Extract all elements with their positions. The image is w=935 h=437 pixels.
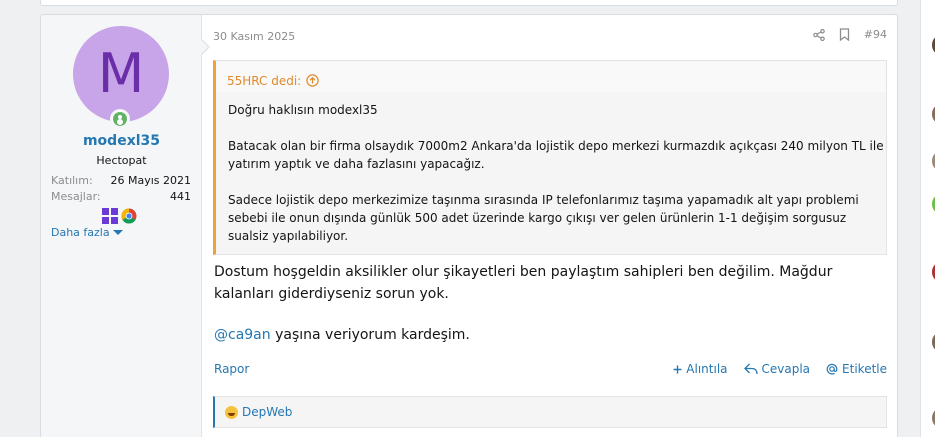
quote-author[interactable]: 55HRC dedi: [227, 74, 301, 88]
user-title: Hectopat [96, 154, 147, 167]
quote-content: Doğru haklısın modexl35 Batacak olan bir… [216, 92, 886, 245]
user-info-column: M modexl35 Hectopat Katılım: 26 Mayıs 20… [41, 15, 202, 437]
stat-joined: Katılım: 26 Mayıs 2021 [51, 174, 191, 187]
reaction-user-link[interactable]: DepWeb [242, 405, 292, 419]
reactions-bar: DepWeb [213, 396, 887, 428]
quote-paragraph: Doğru haklısın modexl35 [228, 103, 378, 117]
quote-block: 55HRC dedi: Doğru haklısın modexl35 Bata… [213, 60, 887, 255]
stat-label: Katılım: [51, 174, 93, 187]
post-header-actions: #94 [812, 28, 887, 41]
quote-header[interactable]: 55HRC dedi: [216, 61, 886, 92]
tag-button[interactable]: Etiketle [826, 362, 887, 376]
bookmark-icon[interactable] [839, 28, 850, 41]
device-icons [102, 208, 137, 224]
message-text-tail: yaşına veriyorum kardeşim. [270, 327, 470, 343]
laugh-emoji-icon [225, 405, 238, 419]
message-body: Dostum hoşgeldin aksilikler olur şikayet… [214, 261, 887, 346]
stat-label: Mesajlar: [51, 190, 101, 203]
more-info-label: Daha fazla [51, 226, 110, 239]
stat-value: 441 [170, 190, 191, 203]
speech-arrow [200, 38, 210, 56]
plus-icon [673, 365, 682, 373]
username-link[interactable]: modexl35 [41, 133, 202, 149]
quote-paragraph: Sadece lojistik depo merkezimize taşınma… [228, 193, 859, 243]
reply-icon [743, 363, 758, 375]
more-info-toggle[interactable]: Daha fazla [51, 226, 123, 239]
arrow-up-circle-icon[interactable] [306, 74, 319, 87]
reply-button[interactable]: Cevapla [743, 362, 811, 376]
chrome-icon [121, 208, 137, 224]
quote-button-label: Alıntıla [686, 362, 728, 376]
right-sidebar-edge [920, 0, 935, 437]
post-date[interactable]: 30 Kasım 2025 [213, 30, 295, 43]
stat-value: 26 Mayıs 2021 [110, 174, 191, 187]
message-text: @ca9an yaşına veriyorum kardeşim. [214, 324, 887, 346]
post-actions: Alıntıla Cevapla Etiketle [673, 362, 887, 376]
at-icon [826, 363, 838, 375]
share-icon[interactable] [812, 28, 825, 41]
forum-post: M modexl35 Hectopat Katılım: 26 Mayıs 20… [40, 14, 898, 437]
tag-button-label: Etiketle [842, 362, 887, 376]
caret-down-icon [112, 230, 123, 235]
windows-icon [102, 208, 118, 224]
post-number-link[interactable]: #94 [864, 28, 887, 41]
avatar[interactable]: M [73, 26, 169, 122]
post-footer: Rapor Alıntıla Cevapla Etiketle [214, 362, 887, 376]
reply-button-label: Cevapla [761, 362, 811, 376]
user-mention-link[interactable]: @ca9an [214, 327, 271, 343]
online-status-icon [110, 109, 130, 129]
report-link[interactable]: Rapor [214, 362, 249, 376]
stat-messages: Mesajlar: 441 [51, 190, 191, 203]
previous-post-edge [40, 0, 898, 6]
quote-button[interactable]: Alıntıla [673, 362, 728, 376]
quote-paragraph: Batacak olan bir firma olsaydık 7000m2 A… [228, 139, 884, 171]
message-text: Dostum hoşgeldin aksilikler olur şikayet… [214, 264, 833, 302]
